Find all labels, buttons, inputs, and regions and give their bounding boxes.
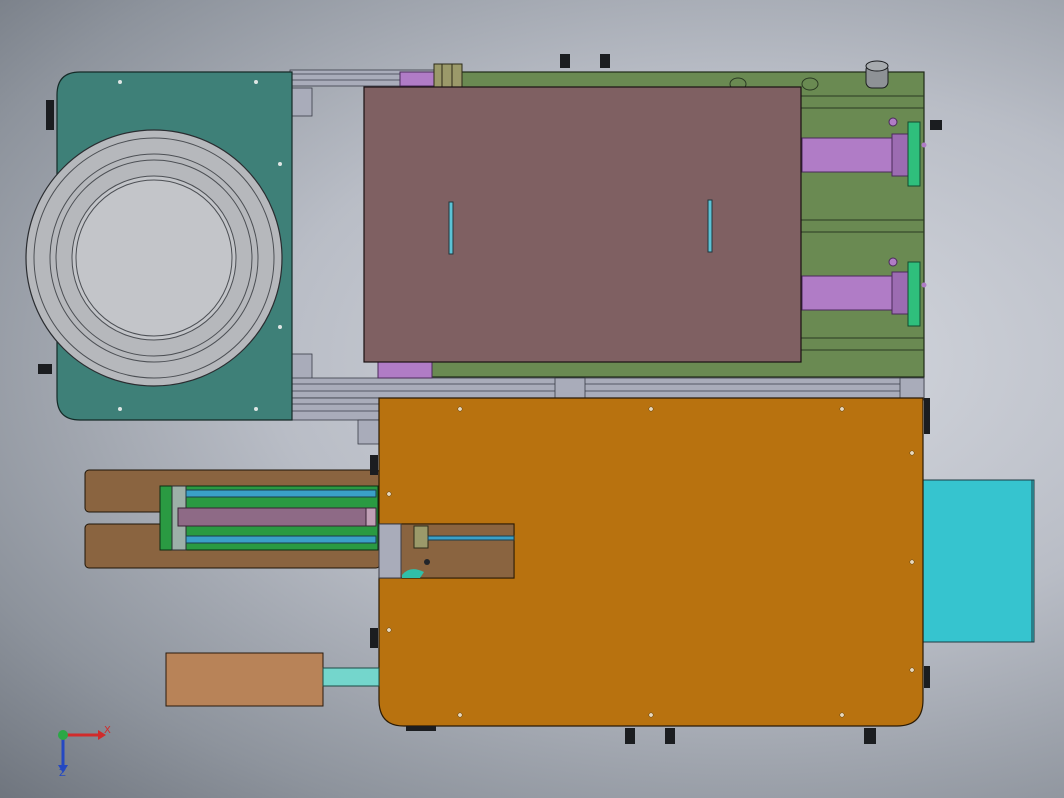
rotary-disc [25,129,283,387]
cylinder-cap [865,60,889,89]
purple-tab-bottom [377,361,433,379]
cyan-shaft [322,667,380,687]
clamp-block-top [433,63,463,89]
green-rail-assembly [159,485,379,551]
mauve-cover-plate [363,86,802,363]
z-axis-label: Z [59,768,66,779]
cad-viewport[interactable] [0,0,1064,798]
origin-marker [58,730,68,740]
cyan-side-block [921,479,1035,643]
purple-tab-top [399,71,435,87]
x-axis-label: X [104,725,111,736]
coordinate-triad: X Z [58,725,111,779]
tan-motor-block [165,652,324,707]
orange-main-plate [378,397,924,727]
